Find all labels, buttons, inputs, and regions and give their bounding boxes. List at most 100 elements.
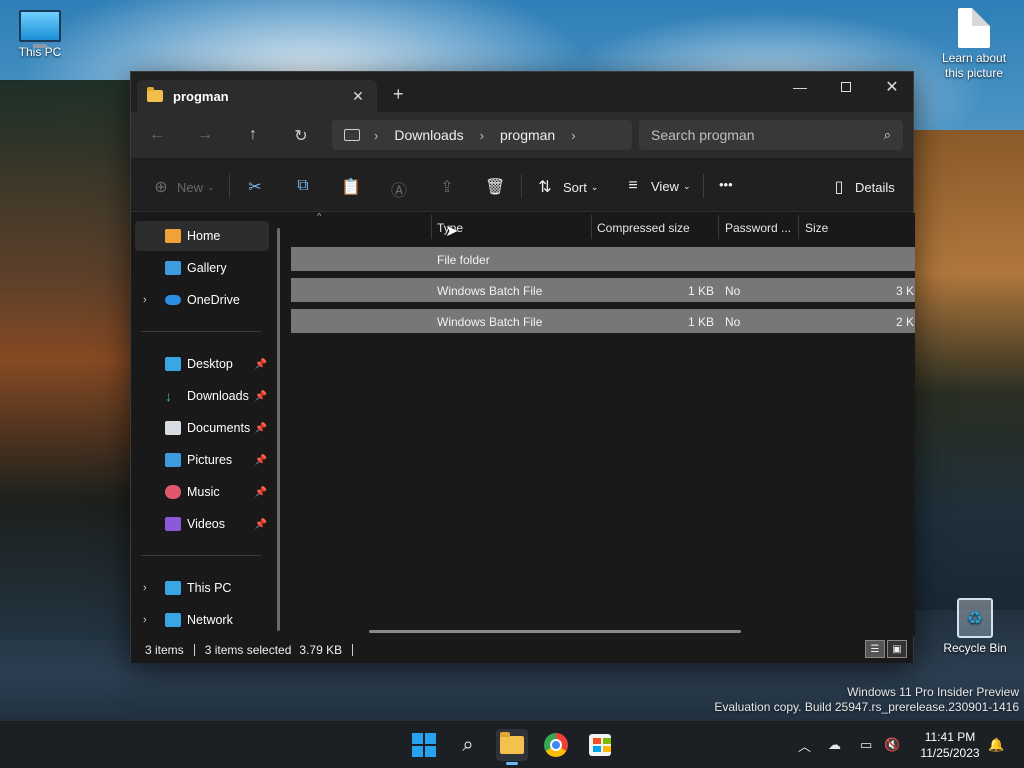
file-list: ^ Type Compressed size Password ... Size… (289, 213, 915, 636)
start-button[interactable] (408, 729, 440, 761)
cell-size: 2 KB (896, 315, 915, 329)
delete-button[interactable]: 🗑 (485, 177, 505, 197)
nav-item-documents[interactable]: Documents 📌 (135, 413, 269, 443)
nav-item-downloads[interactable]: ↓ Downloads 📌 (135, 381, 269, 411)
search-button[interactable]: ⌕ (452, 729, 484, 761)
pin-icon[interactable]: 📌 (255, 487, 267, 498)
up-icon[interactable]: ↑ (241, 126, 265, 144)
nav-item-videos[interactable]: Videos 📌 (135, 509, 269, 539)
view-button[interactable]: ≡ View ⌄ (623, 177, 690, 195)
nav-scrollbar[interactable] (277, 228, 280, 631)
network-tray-icon[interactable]: ▭ (860, 721, 872, 768)
pin-icon[interactable]: 📌 (255, 391, 267, 402)
clock[interactable]: 11:41 PM 11/25/2023 (910, 729, 990, 761)
chevron-right-icon[interactable]: › (143, 294, 147, 306)
sort-button[interactable]: ⇅ Sort ⌄ (535, 177, 598, 197)
pin-icon[interactable]: 📌 (255, 519, 267, 530)
close-button[interactable]: ✕ (869, 72, 915, 102)
chrome-icon (544, 733, 568, 757)
tab-close-icon[interactable]: ✕ (349, 88, 367, 105)
watermark-line-2: Evaluation copy. Build 25947.rs_prerelea… (714, 700, 1019, 714)
column-divider[interactable] (798, 215, 799, 239)
chevron-right-icon[interactable]: › (571, 128, 575, 143)
nav-item-label: This PC (187, 581, 232, 595)
pin-icon[interactable]: 📌 (255, 359, 267, 370)
breadcrumb[interactable]: › Downloads › progman › (332, 120, 632, 150)
scissors-icon: ✂ (248, 179, 262, 196)
desktop-icon-learn-about-picture[interactable]: Learn about this picture (934, 8, 1014, 81)
pin-icon[interactable]: 📌 (255, 455, 267, 466)
nav-item-onedrive[interactable]: › OneDrive (135, 285, 269, 315)
column-header-row: ^ Type Compressed size Password ... Size (289, 213, 915, 241)
column-header-password[interactable]: Password ... (725, 221, 791, 235)
new-tab-button[interactable]: + (393, 84, 404, 105)
minimize-button[interactable]: — (777, 72, 823, 102)
nav-item-desktop[interactable]: Desktop 📌 (135, 349, 269, 379)
nav-item-music[interactable]: Music 📌 (135, 477, 269, 507)
share-icon: ⇪ (440, 179, 454, 196)
volume-muted-icon: 🔇 (884, 737, 901, 752)
volume-tray-icon[interactable]: 🔇 (884, 721, 900, 768)
nav-item-label: Pictures (187, 453, 233, 467)
onedrive-tray-icon[interactable]: ☁ (828, 721, 841, 768)
nav-item-network[interactable]: › Network (135, 605, 269, 635)
nav-item-pictures[interactable]: Pictures 📌 (135, 445, 269, 475)
table-row[interactable]: Windows Batch File 1 KB No 2 KB (291, 309, 915, 333)
store-icon (589, 734, 611, 756)
details-button[interactable]: ▯ Details (829, 177, 895, 197)
share-button[interactable]: ⇪ (437, 177, 457, 197)
breadcrumb-progman[interactable]: progman (500, 127, 555, 143)
paste-button[interactable]: 📋 (341, 177, 361, 197)
chevron-right-icon[interactable]: › (143, 614, 147, 626)
nav-item-home[interactable]: Home (135, 221, 269, 251)
maximize-button[interactable] (823, 72, 869, 102)
horizontal-scrollbar[interactable] (369, 630, 741, 633)
chevron-right-icon[interactable]: › (374, 128, 378, 143)
cut-button[interactable]: ✂ (245, 177, 265, 197)
details-view-icon[interactable]: ☰ (865, 640, 885, 658)
rename-button[interactable]: Ⓐ (389, 177, 409, 201)
notifications-button[interactable]: 🔔 (988, 721, 1004, 768)
breadcrumb-downloads[interactable]: Downloads (394, 127, 463, 143)
nav-item-label: Downloads (187, 389, 249, 403)
more-options-button[interactable]: ••• (719, 177, 733, 192)
bell-icon: 🔔 (988, 737, 1005, 752)
sort-icon: ⇅ (538, 179, 552, 196)
view-label: View (651, 178, 679, 194)
tab-progman[interactable]: progman ✕ (137, 80, 377, 112)
forward-icon[interactable]: → (193, 126, 217, 144)
tiles-view-icon[interactable]: ▣ (887, 640, 907, 658)
chevron-right-icon[interactable]: › (143, 582, 147, 594)
store-taskbar-button[interactable] (584, 729, 616, 761)
table-row[interactable]: Windows Batch File 1 KB No 3 KB (291, 278, 915, 302)
nav-item-gallery[interactable]: Gallery (135, 253, 269, 283)
column-divider[interactable] (718, 215, 719, 239)
nav-item-this-pc[interactable]: › This PC (135, 573, 269, 603)
address-bar-row: ← → ↑ ↻ › Downloads › progman › Search p… (131, 112, 913, 158)
desktop-icon-recycle-bin[interactable]: ♻ Recycle Bin (935, 598, 1015, 655)
pin-icon[interactable]: 📌 (255, 423, 267, 434)
divider (352, 643, 354, 656)
nav-item-label: Home (187, 229, 221, 243)
copy-button[interactable]: ⧉ (293, 177, 313, 195)
table-row[interactable]: File folder (291, 247, 915, 271)
column-header-size[interactable]: Size (805, 221, 828, 235)
file-explorer-taskbar-button[interactable] (496, 729, 528, 765)
music-icon (165, 485, 181, 499)
chrome-taskbar-button[interactable] (540, 729, 572, 761)
mouse-cursor-icon: ➤ (445, 223, 459, 240)
desktop-icon-this-pc[interactable]: This PC (0, 10, 80, 59)
back-icon[interactable]: ← (145, 126, 169, 144)
gallery-icon (165, 261, 181, 275)
column-header-compressed-size[interactable]: Compressed size (597, 221, 690, 235)
search-input[interactable]: Search progman ⌕ (639, 120, 903, 150)
column-divider[interactable] (591, 215, 592, 239)
refresh-icon[interactable]: ↻ (289, 126, 313, 146)
navigation-pane: Home Gallery › OneDrive Desktop 📌 ↓ Down… (131, 213, 289, 636)
new-button[interactable]: ⊕ New ⌄ (151, 177, 214, 197)
clock-time: 11:41 PM (924, 730, 976, 744)
chevron-right-icon[interactable]: › (480, 128, 484, 143)
copy-icon: ⧉ (297, 177, 309, 194)
column-divider[interactable] (431, 215, 432, 239)
show-hidden-icons-button[interactable]: ︿ (798, 721, 811, 768)
